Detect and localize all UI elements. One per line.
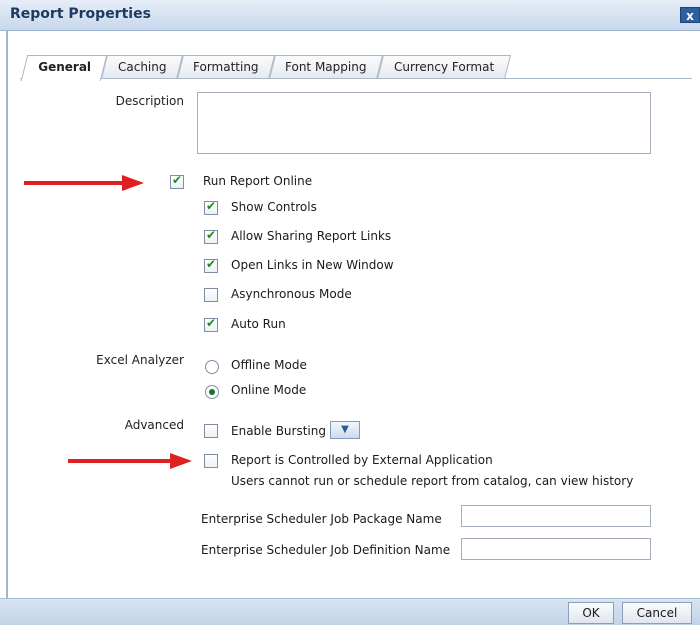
asynchronous-mode-checkbox[interactable]: [204, 288, 218, 302]
enable-bursting-checkbox[interactable]: [204, 424, 218, 438]
dialog-left-border: [6, 30, 8, 600]
job-definition-name-input[interactable]: [461, 538, 651, 560]
job-package-name-label: Enterprise Scheduler Job Package Name: [201, 512, 442, 526]
tab-formatting-label: Formatting: [193, 60, 259, 74]
external-application-note: Users cannot run or schedule report from…: [231, 474, 634, 488]
ok-button[interactable]: OK: [568, 602, 614, 624]
close-icon[interactable]: x: [680, 7, 700, 23]
tab-general-label: General: [37, 60, 91, 74]
annotation-arrow-shaft: [24, 181, 124, 185]
annotation-arrow-shaft-2: [68, 459, 172, 463]
description-field[interactable]: [197, 92, 651, 154]
run-report-online-checkbox[interactable]: [170, 173, 184, 189]
show-controls-label: Show Controls: [231, 200, 317, 214]
show-controls-checkbox[interactable]: [204, 199, 218, 215]
open-links-new-window-label: Open Links in New Window: [231, 258, 394, 272]
offline-mode-radio[interactable]: [205, 360, 219, 374]
job-definition-name-label: Enterprise Scheduler Job Definition Name: [201, 543, 451, 557]
annotation-arrow-icon-2: [170, 453, 192, 469]
tab-general[interactable]: General: [20, 55, 108, 81]
auto-run-checkbox[interactable]: [204, 316, 218, 332]
offline-mode-label: Offline Mode: [231, 358, 307, 372]
allow-sharing-links-checkbox[interactable]: [204, 228, 218, 244]
tab-currency-format[interactable]: Currency Format: [377, 55, 511, 79]
excel-analyzer-label: Excel Analyzer: [96, 353, 184, 367]
description-label: Description: [115, 94, 184, 108]
tab-font-mapping[interactable]: Font Mapping: [269, 55, 383, 79]
annotation-arrow-icon: [122, 175, 144, 191]
tab-caching[interactable]: Caching: [101, 55, 183, 79]
job-package-name-input[interactable]: [461, 505, 651, 527]
tab-font-mapping-label: Font Mapping: [285, 60, 367, 74]
external-application-checkbox[interactable]: [204, 454, 218, 468]
cancel-button[interactable]: Cancel: [622, 602, 692, 624]
open-links-new-window-checkbox[interactable]: [204, 257, 218, 273]
allow-sharing-links-label: Allow Sharing Report Links: [231, 229, 392, 243]
asynchronous-mode-label: Asynchronous Mode: [231, 287, 352, 301]
tab-currency-format-label: Currency Format: [393, 60, 495, 74]
auto-run-label: Auto Run: [231, 317, 286, 331]
online-mode-label: Online Mode: [231, 383, 307, 397]
enable-bursting-label: Enable Bursting: [231, 424, 326, 438]
report-properties-dialog: Report Properties x General Caching Form…: [0, 0, 700, 625]
bursting-dropdown-chevron-icon[interactable]: ▼: [330, 421, 360, 439]
run-report-online-label: Run Report Online: [203, 174, 313, 188]
tab-formatting[interactable]: Formatting: [177, 55, 275, 79]
dialog-title: Report Properties: [10, 6, 151, 22]
external-application-label: Report is Controlled by External Applica…: [231, 453, 493, 467]
advanced-label: Advanced: [124, 418, 184, 432]
tab-caching-label: Caching: [117, 60, 167, 74]
online-mode-radio[interactable]: [205, 385, 219, 399]
tab-strip-divider: [20, 78, 692, 79]
title-bar: Report Properties x: [0, 0, 700, 31]
